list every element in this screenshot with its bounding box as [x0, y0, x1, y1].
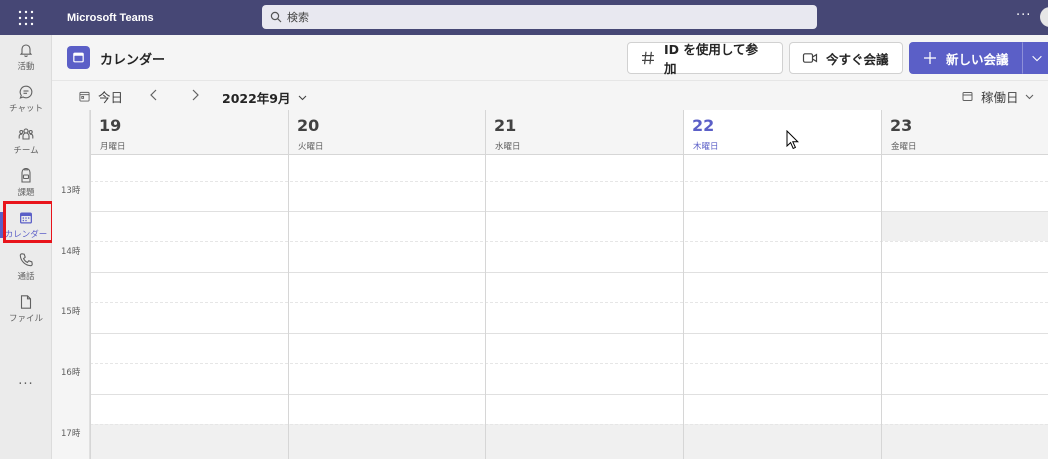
- time-label: 13時: [61, 186, 81, 196]
- plus-icon: [924, 52, 936, 64]
- rail-item-label: チャット: [9, 104, 43, 114]
- day-column[interactable]: 20 火曜日: [288, 110, 485, 459]
- top-bar: Microsoft Teams 検索 ···: [0, 0, 1048, 35]
- calendar-icon: [20, 212, 32, 224]
- chevron-right-icon[interactable]: [188, 88, 202, 102]
- assignments-icon: [21, 168, 31, 183]
- day-name: 金曜日: [891, 142, 917, 152]
- meet-now-label: 今すぐ会議: [826, 51, 889, 67]
- rail-item-calendar[interactable]: カレンダー: [0, 206, 52, 244]
- day-column-today[interactable]: 22 木曜日: [683, 110, 881, 459]
- view-icon: [962, 92, 973, 101]
- left-rail: 活動 チャット チーム 課題 カレンダー 通話 ファイル ···: [0, 35, 52, 459]
- avatar[interactable]: [1040, 7, 1048, 27]
- chevron-down-icon: [298, 95, 306, 101]
- phone-icon: [19, 253, 33, 267]
- day-name: 火曜日: [298, 142, 324, 152]
- day-header-today[interactable]: 22 木曜日: [684, 110, 881, 155]
- chevron-down-icon: [1025, 94, 1033, 100]
- mouse-cursor-icon: [786, 130, 799, 150]
- join-with-id-button[interactable]: ID を使用して参加: [627, 42, 783, 76]
- month-label: 2022年9月: [222, 91, 291, 106]
- day-number: 19: [99, 116, 122, 135]
- rail-item-teams[interactable]: チーム: [0, 122, 52, 160]
- chevron-left-icon[interactable]: [147, 88, 161, 102]
- day-column[interactable]: 23 金曜日: [881, 110, 1048, 459]
- day-header[interactable]: 19 月曜日: [91, 110, 288, 155]
- time-label: 17時: [61, 429, 81, 439]
- day-number: 20: [297, 116, 320, 135]
- time-label: 15時: [61, 307, 81, 317]
- new-meeting-dropdown-button[interactable]: [1022, 42, 1048, 74]
- day-name: 月曜日: [100, 142, 126, 152]
- day-number: 23: [890, 116, 913, 135]
- time-label: 14時: [61, 247, 81, 257]
- search-input[interactable]: 検索: [262, 5, 817, 29]
- today-label: 今日: [98, 90, 124, 105]
- rail-item-label: チーム: [13, 146, 39, 156]
- rail-item-activity[interactable]: 活動: [0, 38, 52, 76]
- view-label: 稼働日: [981, 90, 1019, 105]
- rail-item-label: 課題: [17, 188, 35, 198]
- view-selector[interactable]: 稼働日: [962, 87, 1035, 106]
- search-placeholder: 検索: [287, 11, 309, 24]
- day-name: 水曜日: [495, 142, 521, 152]
- meet-now-button[interactable]: 今すぐ会議: [789, 42, 903, 74]
- join-with-id-label: ID を使用して参加: [663, 42, 758, 76]
- video-camera-icon: [802, 53, 818, 63]
- more-options-icon[interactable]: ···: [1016, 8, 1031, 23]
- teams-icon: [18, 128, 34, 140]
- day-number: 21: [494, 116, 517, 135]
- chat-icon: [19, 85, 33, 99]
- day-number: 22: [692, 116, 715, 135]
- file-icon: [20, 295, 32, 309]
- more-apps-icon[interactable]: ···: [0, 377, 52, 392]
- day-column[interactable]: 21 水曜日: [485, 110, 683, 459]
- rail-item-label: ファイル: [8, 314, 43, 324]
- app-title: Microsoft Teams: [67, 11, 154, 24]
- rail-item-chat[interactable]: チャット: [0, 80, 52, 118]
- calendar-grid: 13時 14時 15時 16時 17時 19 月曜日 20 火曜日 21 水曜日: [52, 110, 1048, 459]
- day-header[interactable]: 23 金曜日: [882, 110, 1048, 155]
- calendar-app-icon: [67, 46, 90, 69]
- today-button[interactable]: 今日: [79, 87, 123, 106]
- app-launcher-icon[interactable]: [0, 0, 52, 35]
- calendar-today-icon: [79, 91, 90, 102]
- day-column[interactable]: 19 月曜日: [90, 110, 288, 459]
- page-title: カレンダー: [100, 53, 166, 68]
- rail-item-assignments[interactable]: 課題: [0, 164, 52, 202]
- rail-item-calls[interactable]: 通話: [0, 248, 52, 286]
- new-meeting-button[interactable]: 新しい会議: [909, 42, 1022, 74]
- rail-item-label: カレンダー: [4, 230, 48, 240]
- month-picker[interactable]: 2022年9月: [222, 88, 308, 107]
- chevron-down-icon: [1032, 55, 1042, 62]
- hash-icon: [641, 51, 654, 65]
- day-header[interactable]: 21 水曜日: [486, 110, 683, 155]
- time-column: 13時 14時 15時 16時 17時: [52, 110, 90, 459]
- rail-item-label: 通話: [17, 272, 35, 282]
- calendar-toolbar: 今日 2022年9月 稼働日: [52, 80, 1048, 110]
- search-icon: [270, 11, 282, 23]
- calendar-header: カレンダー ID を使用して参加 今すぐ会議 新しい会議: [52, 35, 1048, 80]
- day-name: 木曜日: [693, 142, 719, 152]
- time-label: 16時: [61, 368, 81, 378]
- rail-item-label: 活動: [17, 62, 35, 72]
- day-header[interactable]: 20 火曜日: [289, 110, 485, 155]
- bell-icon: [19, 44, 33, 57]
- new-meeting-label: 新しい会議: [946, 51, 1009, 67]
- rail-item-files[interactable]: ファイル: [0, 290, 52, 328]
